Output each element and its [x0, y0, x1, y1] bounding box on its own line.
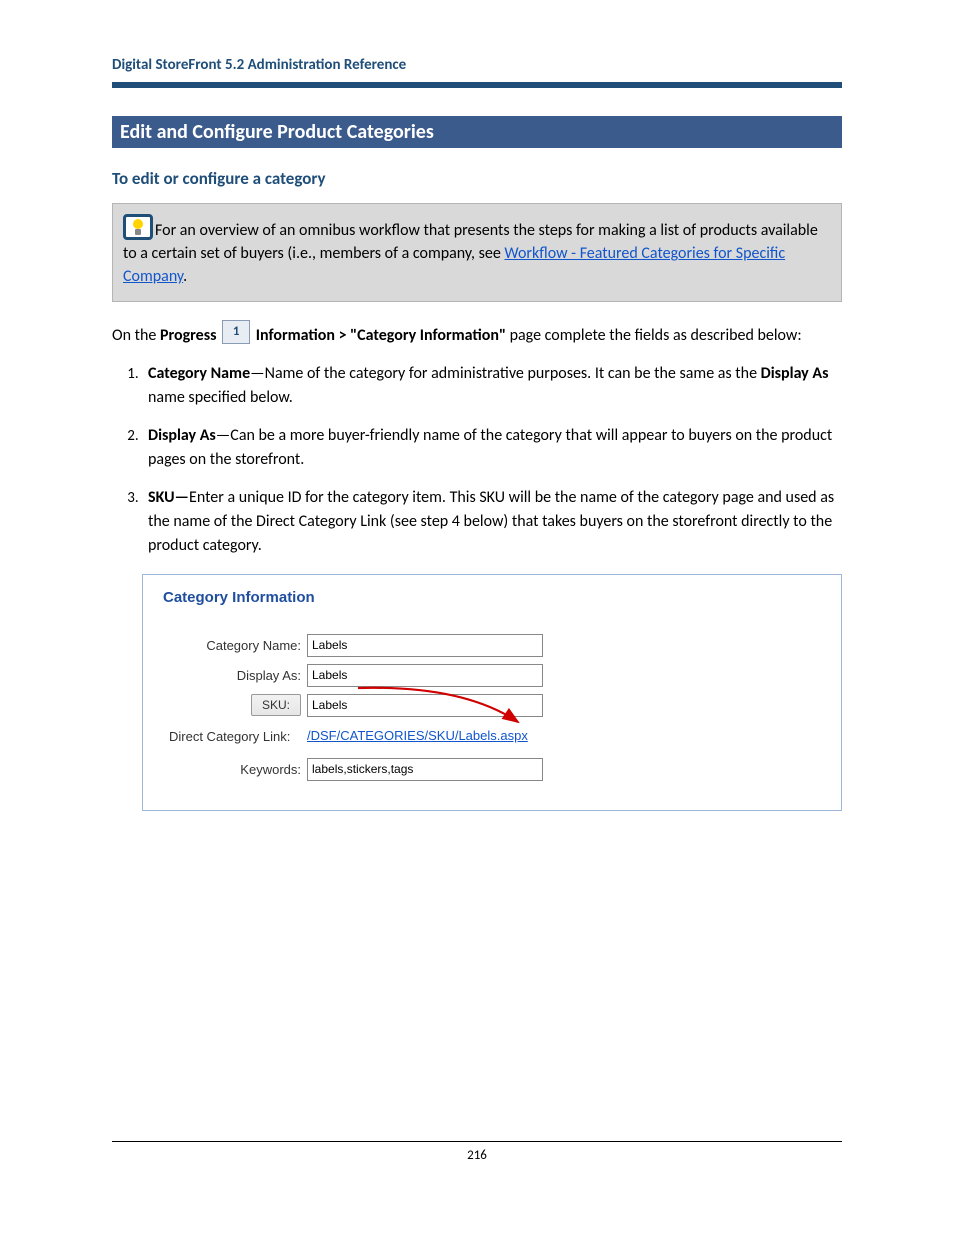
label-direct-link: Direct Category Link:: [157, 727, 307, 744]
step-term: Display As: [148, 426, 216, 445]
label-category-name: Category Name:: [157, 638, 307, 653]
step-item: Category Name—Name of the category for a…: [142, 362, 842, 410]
progress-label: Progress: [160, 326, 217, 345]
category-info-panel: Category Information Category Name: Disp…: [142, 574, 842, 811]
step-term: Category Name: [148, 364, 250, 383]
step-text: Can be a more buyer-friendly name of the…: [148, 426, 832, 469]
input-keywords[interactable]: [307, 758, 543, 781]
intro-paragraph: On the Progress 1 Information > "Categor…: [112, 324, 842, 348]
step-inner-bold: Display As: [761, 364, 829, 383]
tip-callout: For an overview of an omnibus workflow t…: [112, 203, 842, 302]
step-text-b: name specified below.: [148, 388, 293, 407]
step-term: SKU—: [148, 488, 189, 507]
label-sku: SKU:: [251, 694, 301, 716]
input-sku[interactable]: [307, 694, 543, 717]
label-sku-wrap: SKU:: [157, 694, 307, 716]
step-number-icon: 1: [222, 320, 250, 344]
form-row-display-as: Display As:: [157, 664, 827, 687]
section-title: Edit and Configure Product Categories: [112, 116, 842, 148]
header-rule: [112, 82, 842, 88]
step-item: Display As—Can be a more buyer-friendly …: [142, 424, 842, 472]
step-text: Enter a unique ID for the category item.…: [148, 488, 834, 555]
form-row-keywords: Keywords:: [157, 758, 827, 781]
label-display-as: Display As:: [157, 668, 307, 683]
lightbulb-icon: [123, 214, 153, 240]
form-row-sku: SKU:: [157, 694, 827, 717]
step-dash: —: [216, 426, 230, 445]
page-number: 216: [112, 1141, 842, 1163]
input-display-as[interactable]: [307, 664, 543, 687]
step-text: Name of the category for administrative …: [265, 364, 761, 383]
section-subheading: To edit or configure a category: [112, 168, 842, 189]
step-dash: —: [250, 364, 264, 383]
form-title: Category Information: [163, 589, 827, 606]
doc-header: Digital StoreFront 5.2 Administration Re…: [112, 56, 842, 74]
steps-list: Category Name—Name of the category for a…: [120, 362, 842, 558]
step-item: SKU—Enter a unique ID for the category i…: [142, 486, 842, 558]
label-keywords: Keywords:: [157, 762, 307, 777]
breadcrumb-label: Information > "Category Information": [256, 326, 506, 345]
form-row-direct-link: Direct Category Link: /DSF/CATEGORIES/SK…: [157, 727, 827, 744]
form-row-category-name: Category Name:: [157, 634, 827, 657]
intro-rest: page complete the fields as described be…: [506, 326, 802, 345]
direct-category-link[interactable]: /DSF/CATEGORIES/SKU/Labels.aspx: [307, 728, 528, 743]
intro-pre: On the: [112, 326, 160, 345]
callout-suffix: .: [183, 267, 187, 286]
input-category-name[interactable]: [307, 634, 543, 657]
